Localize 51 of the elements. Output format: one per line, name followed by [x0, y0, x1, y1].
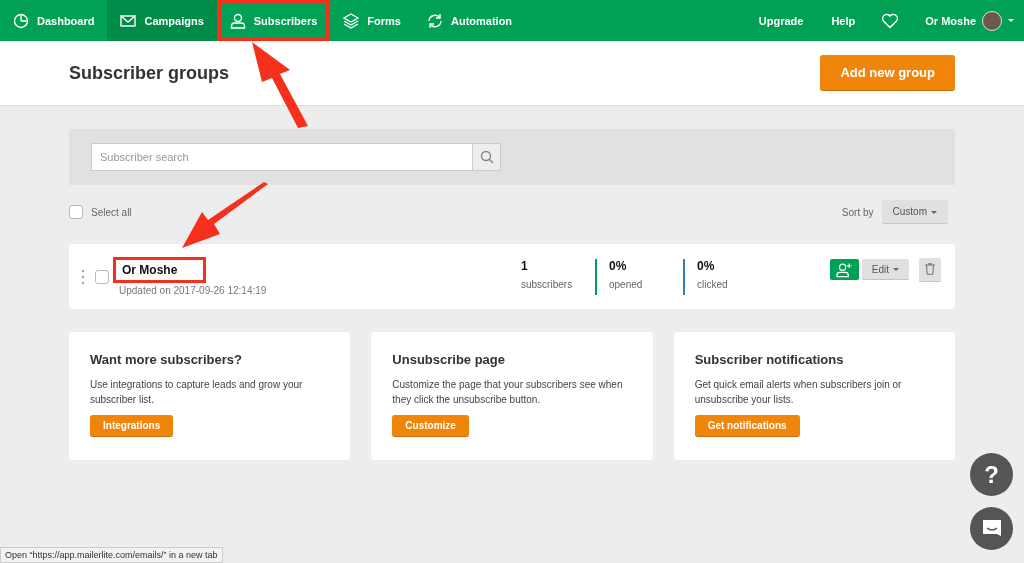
search-field[interactable]: Subscriber search: [91, 143, 473, 171]
add-new-group-button[interactable]: Add new group: [820, 55, 955, 91]
card-button[interactable]: Integrations: [90, 415, 174, 437]
trash-icon: [925, 263, 935, 275]
nav-tab[interactable]: Subscribers: [216, 0, 331, 41]
avatar-icon: [982, 10, 1002, 31]
edit-dropdown[interactable]: Edit: [861, 259, 909, 280]
sort-dropdown[interactable]: Custom: [881, 200, 948, 224]
refresh-icon: [427, 12, 443, 29]
card-title: Unsubscribe page: [392, 352, 507, 367]
card-title: Subscriber notifications: [694, 352, 845, 367]
user-menu[interactable]: Or Moshe: [911, 0, 1024, 41]
help-button[interactable]: ?: [970, 453, 1013, 496]
card-text: Customize the page that your subscribers see when they click the unsubscribe button.: [392, 378, 624, 407]
nav-tab[interactable]: Forms: [330, 0, 414, 41]
group-name-link[interactable]: Or Moshe: [113, 257, 207, 283]
card-text: Get quick email alerts when subscribers join or unsubscribe your lists.: [694, 378, 903, 407]
add-subscriber-button[interactable]: [829, 259, 859, 280]
status-bar: Open “https://app.mailerlite.com/emails/” in a new tab: [0, 547, 223, 563]
add-user-icon: [835, 261, 853, 278]
card-title: Want more subscribers?: [90, 352, 243, 367]
card-button[interactable]: Customize: [392, 415, 469, 437]
delete-button[interactable]: [919, 257, 941, 282]
nav-tab[interactable]: Campaigns: [107, 0, 217, 41]
chat-button[interactable]: [970, 507, 1013, 550]
card-button[interactable]: Get notifications: [694, 415, 800, 437]
checkbox[interactable]: [69, 205, 83, 219]
stat-value: 0%: [609, 258, 628, 273]
clock-icon: [13, 12, 29, 29]
user-icon: [229, 12, 246, 29]
stat-label: clicked: [697, 278, 728, 290]
layers-icon: [343, 12, 360, 29]
drag-handle-icon[interactable]: [81, 268, 85, 285]
caret-icon: [1008, 19, 1014, 22]
nav-tab[interactable]: Automation: [414, 0, 526, 41]
stat-label: subscribers: [521, 278, 573, 290]
nav-tab[interactable]: Dashboard: [0, 0, 108, 41]
sort-label: Sort by: [841, 206, 874, 218]
envelope-icon: [120, 12, 137, 29]
select-all-label: Select all: [91, 206, 132, 218]
page-title: Subscriber groups: [69, 62, 230, 84]
nav-link[interactable]: Help: [817, 0, 870, 41]
card-text: Use integrations to capture leads and grow your subscriber list.: [90, 378, 304, 407]
search-icon[interactable]: [473, 143, 501, 171]
user-name: Or Moshe: [925, 14, 976, 27]
stat-value: 1: [521, 258, 529, 273]
updated-date: Updated on 2017-09-26 12:14:19: [119, 285, 268, 296]
stat-label: opened: [609, 278, 643, 290]
checkbox[interactable]: [95, 269, 109, 284]
stat-value: 0%: [697, 258, 716, 273]
nav-link[interactable]: Upgrade: [744, 0, 818, 41]
